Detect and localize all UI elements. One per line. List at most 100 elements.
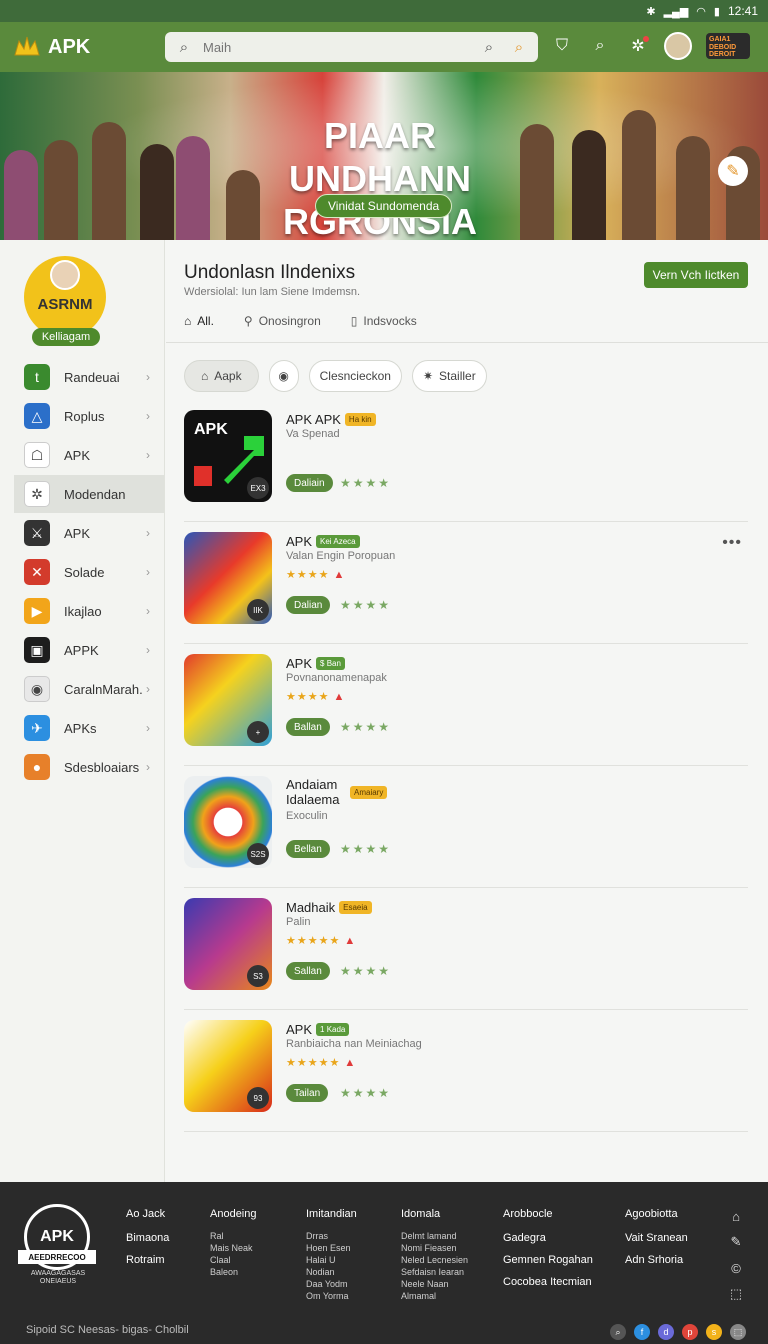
footer-link[interactable]: Drras [306,1231,357,1242]
filter-chip-aapk[interactable]: ⌂ Aapk [184,360,259,392]
footer-logo[interactable]: APK AEEDRRECOO AWAAGAGASAS ONEIAEUS [18,1204,96,1285]
app-list-item[interactable]: S2S Andaiam Idalaema Amaiary Exoculin Bellan… [184,766,748,888]
share-icon[interactable]: ⬚ [730,1324,746,1340]
sidebar-item[interactable]: ✕ Solade › [14,553,164,591]
footer-column-heading[interactable]: Agoobiotta [625,1208,688,1220]
sidebar-item[interactable]: ▣ APPK › [14,631,164,669]
footer-link[interactable]: Vait Sranean [625,1232,688,1244]
home-icon[interactable]: ⌂ [728,1208,744,1224]
app-list-item[interactable]: IIK APK Kei Azeca Valan Engin Poropuan ★★★★ … [184,522,748,644]
footer-link[interactable]: Cocobea Itecmian [503,1276,593,1288]
profile-tag[interactable]: Kelliagam [32,328,100,346]
more-options-icon[interactable]: ••• [722,534,742,552]
filter-chip-icon[interactable]: ◉ [268,360,299,392]
app-action-button[interactable]: Dalian [286,596,331,614]
filter-chip-stailler[interactable]: ✷ Stailler [411,360,487,392]
chat-icon[interactable]: ✎ [728,1234,744,1250]
footer-link[interactable]: Almamal [401,1291,468,1302]
app-action-button[interactable]: Ballan [286,718,330,736]
profile-badge[interactable]: GAIA1 DEBOID DEROIT [706,33,750,59]
footer-link[interactable]: Halai U [306,1255,357,1266]
filter-search-icon[interactable]: ⌕ [508,36,530,58]
app-title[interactable]: APK [286,656,312,671]
app-list-item[interactable]: APK EX3 APK APK Ha kin Va Spenad Daliain ★★★★ [184,400,748,522]
footer-link[interactable]: Neele Naan [401,1279,468,1290]
tab-indsvocks[interactable]: ▯ Indsvocks [351,306,417,336]
footer-link[interactable]: Gadegra [503,1232,593,1244]
footer-link[interactable]: Gemnen Rogahan [503,1254,593,1266]
sidebar-item[interactable]: ▶ Ikajlao › [14,592,164,630]
page-subtitle: Wdersiolal: Iun lam Siene Imdemsn. [184,286,361,298]
filter-chip-clesncieckon[interactable]: Clesncieckon [308,360,402,392]
footer-link[interactable]: Mais Neak [210,1243,257,1254]
app-list-item[interactable]: S3 Madhaik Esaeia Palin ★★★★★ ▲ Sallan ★★★★ [184,888,748,1010]
app-icon[interactable]: + [184,654,272,746]
app-list-item[interactable]: + APK $ Ban Povnanonamenapak ★★★★ ▲ Ballan ★★★… [184,644,748,766]
banner-action-icon[interactable]: ✎ [718,156,748,186]
search-input[interactable] [203,39,470,55]
app-logo[interactable]: APK [12,34,162,60]
footer-link[interactable]: Nodian [306,1267,357,1278]
app-icon[interactable]: 93 [184,1020,272,1112]
footer-column-heading[interactable]: Arobbocle [503,1208,593,1220]
app-icon[interactable]: IIK [184,532,272,624]
shield-icon[interactable]: ⛉ [550,34,574,58]
app-icon[interactable]: APK EX3 [184,410,272,502]
settings-icon[interactable]: ✲ [626,34,650,58]
footer-link[interactable]: Bimaona [126,1232,169,1244]
footer-link[interactable]: Daa Yodm [306,1279,357,1290]
primary-action-button[interactable]: Vern Vch Iictken [644,262,748,288]
footer-column-heading[interactable]: Ao Jack [126,1208,169,1220]
chip-label: Stailler [439,369,476,383]
footer-column-heading[interactable]: Imitandian [306,1208,357,1220]
search-icon[interactable]: ⌕ [610,1324,626,1340]
app-action-button[interactable]: Tailan [286,1084,329,1102]
footer-link[interactable]: Sefdaisn Iearan [401,1267,468,1278]
footer-link[interactable]: Claal [210,1255,257,1266]
app-title[interactable]: APK [286,1022,312,1037]
footer-column-heading[interactable]: Idomala [401,1208,468,1220]
app-action-button[interactable]: Daliain [286,474,333,492]
app-title[interactable]: Madhaik [286,900,335,915]
sidebar-item[interactable]: ☖ APK › [14,436,164,474]
sidebar-item[interactable]: ◉ CaralnMarah. › [14,670,164,708]
search-icon[interactable]: ⌕ [588,34,612,58]
footer-link[interactable]: Adn Srhoria [625,1254,688,1266]
banner-cta-button[interactable]: Vinidat Sundomenda [315,194,453,218]
footer-link[interactable]: Nomi Fieasen [401,1243,468,1254]
discord-icon[interactable]: d [658,1324,674,1340]
app-action-button[interactable]: Bellan [286,840,330,858]
app-icon[interactable]: S2S [184,776,272,868]
footer-link[interactable]: Rotraim [126,1254,169,1266]
footer-link[interactable]: Ral [210,1231,257,1242]
sidebar-item[interactable]: ✈ APKs › [14,709,164,747]
user-avatar[interactable] [664,32,692,60]
tab-onosingron[interactable]: ⚲ Onosingron [244,306,321,336]
sidebar-profile[interactable]: ASRNM Kelliagam [24,256,106,346]
search-submit-icon[interactable]: ⌕ [478,36,500,58]
sidebar-item[interactable]: △ Roplus › [14,397,164,435]
snapchat-icon[interactable]: s [706,1324,722,1340]
footer-link[interactable]: Hoen Esen [306,1243,357,1254]
external-link-icon[interactable]: ⬚ [728,1286,744,1302]
footer-link[interactable]: Baleon [210,1267,257,1278]
facebook-icon[interactable]: f [634,1324,650,1340]
app-icon[interactable]: S3 [184,898,272,990]
sidebar-item[interactable]: ✲ Modendan [14,475,164,513]
sidebar-item[interactable]: t Randeuai › [14,358,164,396]
copyright-icon[interactable]: © [728,1260,744,1276]
app-title[interactable]: APK [286,534,312,549]
sidebar-item[interactable]: ⚔ APK › [14,514,164,552]
footer-link[interactable]: Om Yorma [306,1291,357,1302]
search-icon: ⌕ [179,38,189,56]
app-title[interactable]: APK APK [286,412,341,427]
tab-all[interactable]: ⌂ All. [184,306,214,336]
app-title[interactable]: Andaiam Idalaema [286,777,346,808]
pinterest-icon[interactable]: p [682,1324,698,1340]
app-list-item[interactable]: 93 APK 1 Kada Ranbiaicha nan Meiniachag ★★★★… [184,1010,748,1132]
sidebar-item[interactable]: ● Sdesbloaiars › [14,748,164,786]
footer-link[interactable]: Neled Lecnesien [401,1255,468,1266]
footer-column-heading[interactable]: Anodeing [210,1208,257,1220]
app-action-button[interactable]: Sallan [286,962,330,980]
footer-link[interactable]: Delmt lamand [401,1231,468,1242]
